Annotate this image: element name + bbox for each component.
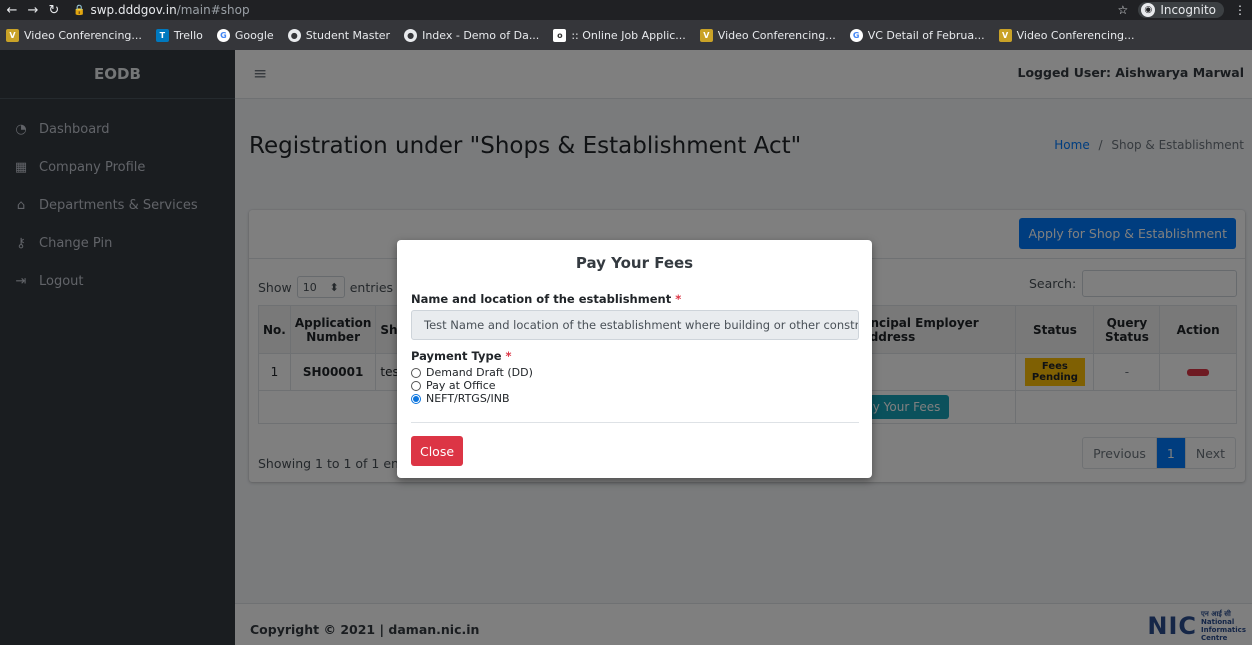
reload-icon[interactable]: ↻ [45, 3, 63, 18]
radio-button-selected[interactable] [411, 393, 421, 404]
vc-icon: V [699, 28, 713, 42]
modal-title: Pay Your Fees [575, 254, 694, 272]
lock-icon: 🔒 [73, 4, 86, 16]
url-host: swp.dddgov.in [90, 3, 177, 17]
modal-divider [411, 422, 859, 423]
payment-type-options: Demand Draft (DD) Pay at Office NEFT/RTG… [411, 366, 533, 405]
bookmark-item[interactable]: T Trello [155, 28, 203, 42]
bookmark-item[interactable]: V Video Conferencing... [998, 28, 1135, 42]
payment-option-dd[interactable]: Demand Draft (DD) [411, 366, 533, 379]
star-icon[interactable]: ☆ [1118, 3, 1129, 17]
pay-fees-modal: Pay Your Fees Name and location of the e… [397, 240, 872, 478]
browser-toolbar: ← → ↻ 🔒 swp.dddgov.in/main#shop ☆ ◉ Inco… [0, 0, 1252, 20]
bookmark-item[interactable]: G VC Detail of Februa... [849, 28, 985, 42]
google-icon: G [216, 28, 230, 42]
bookmark-item[interactable]: G Google [216, 28, 274, 42]
forward-icon[interactable]: → [24, 3, 42, 18]
bookmarks-bar: V Video Conferencing... T Trello G Google ●… [0, 20, 1252, 50]
bookmark-item[interactable]: V Video Conferencing... [6, 28, 142, 42]
bookmark-item[interactable]: V Video Conferencing... [699, 28, 836, 42]
trello-icon: T [155, 28, 169, 42]
bookmark-item[interactable]: o:: Online Job Applic... [553, 28, 686, 42]
bookmark-item[interactable]: ● Student Master [287, 28, 390, 42]
incognito-icon: ◉ [1141, 3, 1156, 17]
payment-option-neft[interactable]: NEFT/RTGS/INB [411, 392, 533, 405]
incognito-label: Incognito [1160, 3, 1216, 17]
globe-icon: ● [287, 28, 301, 42]
payment-option-office[interactable]: Pay at Office [411, 379, 533, 392]
incognito-badge[interactable]: ◉ Incognito [1138, 2, 1224, 18]
radio-button[interactable] [411, 380, 421, 391]
job-icon: o [553, 28, 567, 42]
google-icon: G [849, 28, 863, 42]
back-icon[interactable]: ← [3, 3, 21, 18]
payment-type-label: Payment Type * [411, 349, 512, 363]
url-path: /main#shop [176, 3, 250, 17]
menu-icon[interactable]: ⋮ [1234, 3, 1246, 17]
radio-button[interactable] [411, 367, 421, 378]
bookmark-item[interactable]: ● Index - Demo of Da... [404, 28, 539, 42]
close-button[interactable]: Close [411, 436, 463, 466]
vc-icon: V [6, 28, 19, 42]
establishment-label: Name and location of the establishment * [411, 292, 682, 306]
address-bar[interactable]: 🔒 swp.dddgov.in/main#shop [73, 3, 250, 17]
globe-icon: ● [404, 28, 418, 42]
vc-icon: V [998, 28, 1012, 42]
establishment-field[interactable]: Test Name and location of the establishm… [411, 310, 859, 340]
